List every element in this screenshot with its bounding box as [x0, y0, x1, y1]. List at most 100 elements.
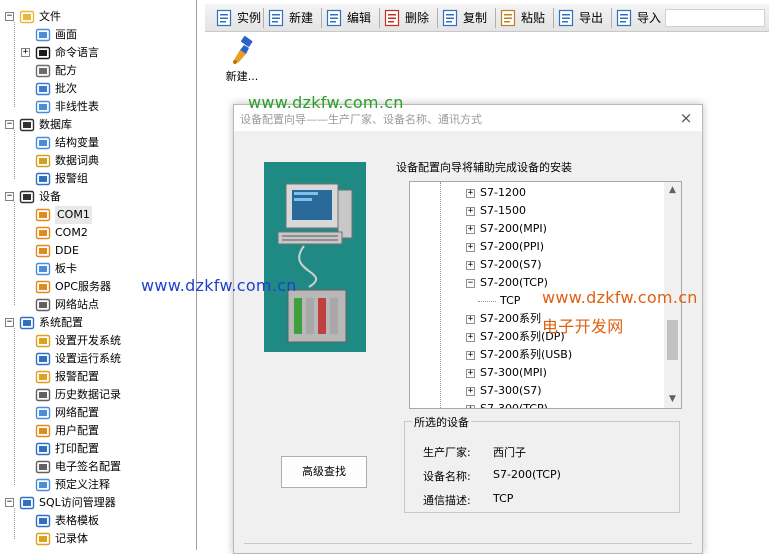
scrollbar-thumb[interactable] — [667, 320, 678, 360]
collapse-icon[interactable]: − — [5, 120, 14, 129]
project-tree[interactable]: − 文件 画面 + 命令语言 配方 批次 非线性表 − 数据库 结构变量 数据词典 报警组 − 设备 COM1… — [0, 0, 197, 550]
tree-guide-line — [14, 22, 15, 107]
tree-item-label: 网络配置 — [55, 406, 99, 419]
toolbar-button-label: 导入 — [637, 11, 662, 25]
database-icon — [19, 117, 35, 133]
expand-icon[interactable]: + — [466, 333, 475, 342]
dev-settings-icon — [35, 333, 51, 349]
board-icon — [35, 261, 51, 277]
tree-item-label: 数据词典 — [55, 154, 99, 167]
selected-field-value: S7-200(TCP) — [493, 468, 561, 481]
tree-guide-line — [14, 328, 15, 485]
instance-icon — [215, 9, 233, 27]
toolbar-separator — [553, 8, 554, 28]
toolbar-separator — [263, 8, 264, 28]
toolbar-separator — [379, 8, 380, 28]
toolbar-button-label: 导出 — [579, 11, 604, 25]
dde-icon — [35, 243, 51, 259]
expand-icon[interactable]: + — [466, 387, 475, 396]
tree-guide-line — [14, 508, 15, 539]
selected-device-group: 所选的设备 生产厂家: 西门子 设备名称: S7-200(TCP) 通信描述: TCP — [404, 414, 680, 513]
tree-item-label: 报警组 — [55, 172, 88, 185]
collapse-icon[interactable]: − — [5, 192, 14, 201]
advanced-search-button[interactable]: 高级查找 — [281, 456, 367, 488]
tree-item-label: 预定义注释 — [55, 478, 110, 491]
edit-icon — [325, 9, 343, 27]
device-tree-item-label: S7-200(MPI) — [480, 222, 547, 235]
expand-icon[interactable]: + — [466, 405, 475, 408]
device-tree-item-label: S7-300(S7) — [480, 384, 542, 397]
selected-field-label: 生产厂家: — [423, 446, 471, 459]
tree-item-label: 非线性表 — [55, 100, 99, 113]
tree-guide-line — [14, 130, 15, 179]
tree-item-label: 设备 — [39, 190, 61, 203]
alarm-config-icon — [35, 369, 51, 385]
selected-field-label: 设备名称: — [423, 470, 471, 483]
tree-item-label: 结构变量 — [55, 136, 99, 149]
opc-icon — [35, 279, 51, 295]
device-tree-item-label: S7-200(PPI) — [480, 240, 545, 253]
expand-icon[interactable]: + — [21, 48, 30, 57]
tree-item-label: SQL访问管理器 — [39, 496, 116, 509]
device-tree-item-label: S7-300(MPI) — [480, 366, 547, 379]
collapse-icon[interactable]: − — [5, 318, 14, 327]
device-tree-item-label: S7-1500 — [480, 204, 526, 217]
tree-item-label: 画面 — [55, 28, 77, 41]
sql-manager-icon — [19, 495, 35, 511]
tree-item-label: 配方 — [55, 64, 77, 77]
toolbar-separator — [437, 8, 438, 28]
device-config-wizard-dialog: 设备配置向导——生产厂家、设备名称、通讯方式 × 设备配置向导将辅助完成设备的安… — [233, 104, 703, 554]
watermark-text: 电子开发网 — [542, 317, 624, 336]
batch-icon — [35, 81, 51, 97]
tree-item-label: 系统配置 — [39, 316, 83, 329]
expand-icon[interactable]: + — [466, 243, 475, 252]
network-config-icon — [35, 405, 51, 421]
toolbar-search-field[interactable] — [665, 9, 765, 27]
expand-icon[interactable]: + — [466, 351, 475, 360]
device-tree-item-label: S7-200系列 — [480, 312, 541, 325]
tree-item-label: 批次 — [55, 82, 77, 95]
paste-icon — [499, 9, 517, 27]
export-icon — [557, 9, 575, 27]
recipe-icon — [35, 63, 51, 79]
new-device-item[interactable]: 新建... — [222, 33, 262, 83]
collapse-icon[interactable]: − — [5, 12, 14, 21]
expand-icon[interactable]: + — [466, 315, 475, 324]
watermark-text: www.dzkfw.com.cn — [248, 93, 404, 112]
collapse-icon[interactable]: − — [466, 279, 475, 288]
com-port-icon — [35, 225, 51, 241]
dialog-divider — [244, 543, 692, 544]
new-device-icon — [233, 36, 253, 64]
instruction-text: 设备配置向导将辅助完成设备的安装 — [396, 161, 572, 174]
wizard-illustration — [264, 162, 366, 352]
expand-icon[interactable]: + — [466, 225, 475, 234]
selected-field-value: TCP — [493, 492, 514, 505]
close-icon[interactable]: × — [676, 108, 696, 128]
annotation-icon — [35, 477, 51, 493]
new-device-label: 新建... — [225, 70, 259, 83]
run-settings-icon — [35, 351, 51, 367]
scroll-up-arrow-icon[interactable]: ▲ — [664, 182, 681, 199]
toolbar: 实例 新建 编辑 删除 复制 粘贴 导出 导入 — [205, 4, 769, 32]
history-icon — [35, 387, 51, 403]
expand-icon[interactable]: + — [466, 261, 475, 270]
tree-guide-line — [14, 202, 15, 305]
scroll-down-arrow-icon[interactable]: ▼ — [664, 391, 681, 408]
collapse-icon[interactable]: − — [5, 498, 14, 507]
tree-item-label: 报警配置 — [55, 370, 99, 383]
tree-item-label: 网络站点 — [55, 298, 99, 311]
toolbar-separator — [611, 8, 612, 28]
device-tree-item-label: TCP — [500, 294, 521, 307]
watermark-text: www.dzkfw.com.cn — [542, 288, 698, 307]
expand-icon[interactable]: + — [466, 189, 475, 198]
device-icon — [19, 189, 35, 205]
expand-icon[interactable]: + — [466, 207, 475, 216]
tree-item-label: 电子签名配置 — [55, 460, 121, 473]
tree-item-label: 命令语言 — [55, 46, 99, 59]
expand-icon[interactable]: + — [466, 369, 475, 378]
table-template-icon — [35, 513, 51, 529]
device-tree-guide-line — [440, 182, 441, 408]
toolbar-button-label: 新建 — [289, 11, 314, 25]
tree-item-label: 历史数据记录 — [55, 388, 121, 401]
tree-item-label: DDE — [55, 244, 79, 257]
